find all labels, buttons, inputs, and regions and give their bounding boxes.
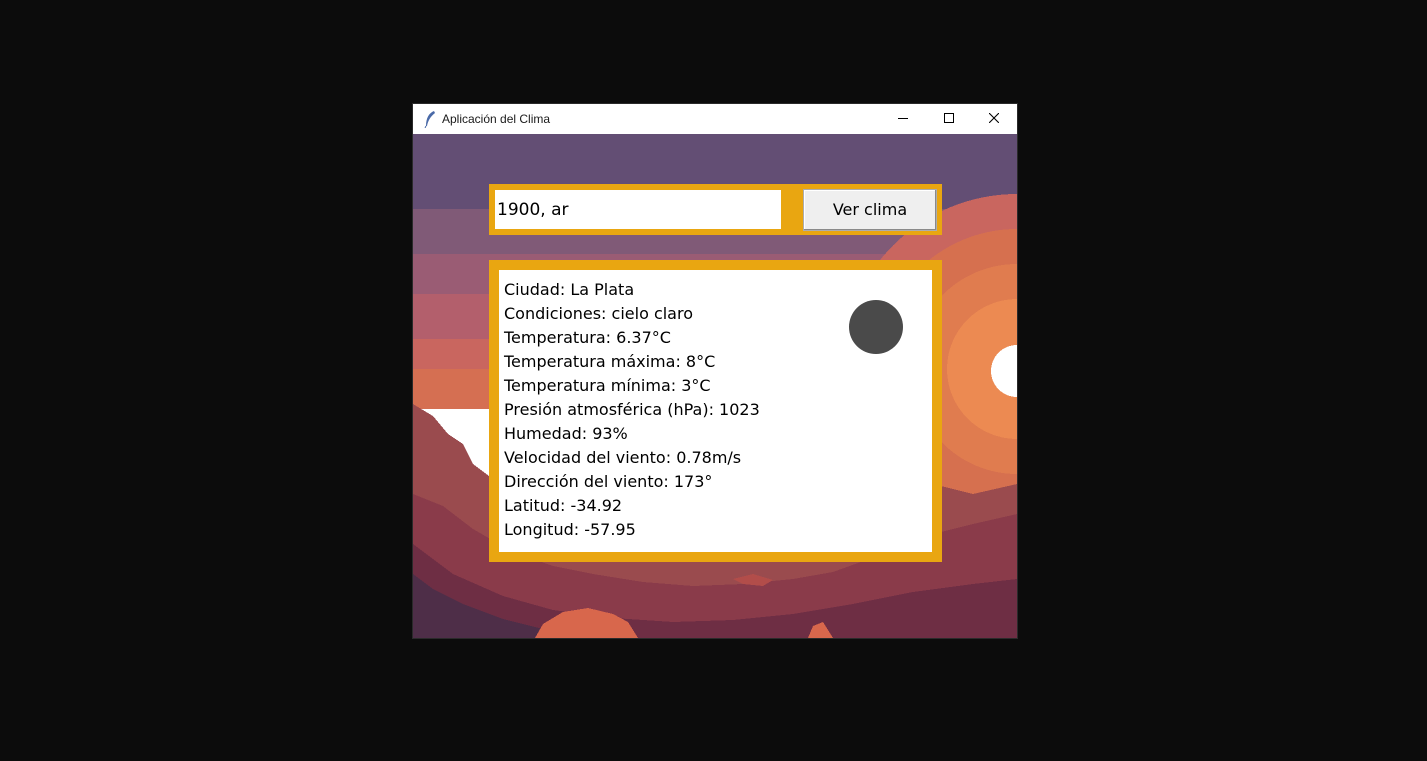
humidity-line: Humedad: 93% (504, 424, 628, 443)
app-window: Aplicación del Clima 1900, ar Ver clima … (413, 104, 1017, 638)
longitude-line: Longitud: -57.95 (504, 520, 636, 539)
results-frame: Ciudad: La Plata Condiciones: cielo clar… (489, 260, 942, 562)
ver-clima-button[interactable]: Ver clima (803, 189, 937, 231)
weather-info-list: Ciudad: La Plata Condiciones: cielo clar… (504, 278, 760, 542)
pressure-line: Presión atmosférica (hPa): 1023 (504, 400, 760, 419)
maximize-button[interactable] (926, 104, 972, 134)
min-temperature-line: Temperatura mínima: 3°C (504, 376, 711, 395)
weather-results-panel: Ciudad: La Plata Condiciones: cielo clar… (499, 270, 932, 552)
latitude-line: Latitud: -34.92 (504, 496, 623, 515)
clear-sky-icon (849, 300, 903, 354)
minimize-icon (898, 118, 908, 119)
wind-direction-line: Dirección del viento: 173° (504, 472, 713, 491)
max-temperature-line: Temperatura máxima: 8°C (504, 352, 716, 371)
conditions-line: Condiciones: cielo claro (504, 304, 693, 323)
search-frame: Ver clima (489, 184, 942, 235)
temperature-line: Temperatura: 6.37°C (504, 328, 671, 347)
window-title: Aplicación del Clima (442, 112, 551, 126)
close-icon (989, 113, 999, 123)
title-bar[interactable]: Aplicación del Clima (413, 104, 1017, 134)
minimize-button[interactable] (880, 104, 926, 134)
close-button[interactable] (971, 104, 1017, 134)
window-content: Ver clima Ciudad: La Plata Condiciones: … (413, 134, 1017, 638)
wind-speed-line: Velocidad del viento: 0.78m/s (504, 448, 742, 467)
feather-icon (424, 111, 435, 128)
city-line: Ciudad: La Plata (504, 280, 635, 299)
maximize-icon (944, 113, 954, 123)
city-input[interactable] (495, 190, 781, 229)
